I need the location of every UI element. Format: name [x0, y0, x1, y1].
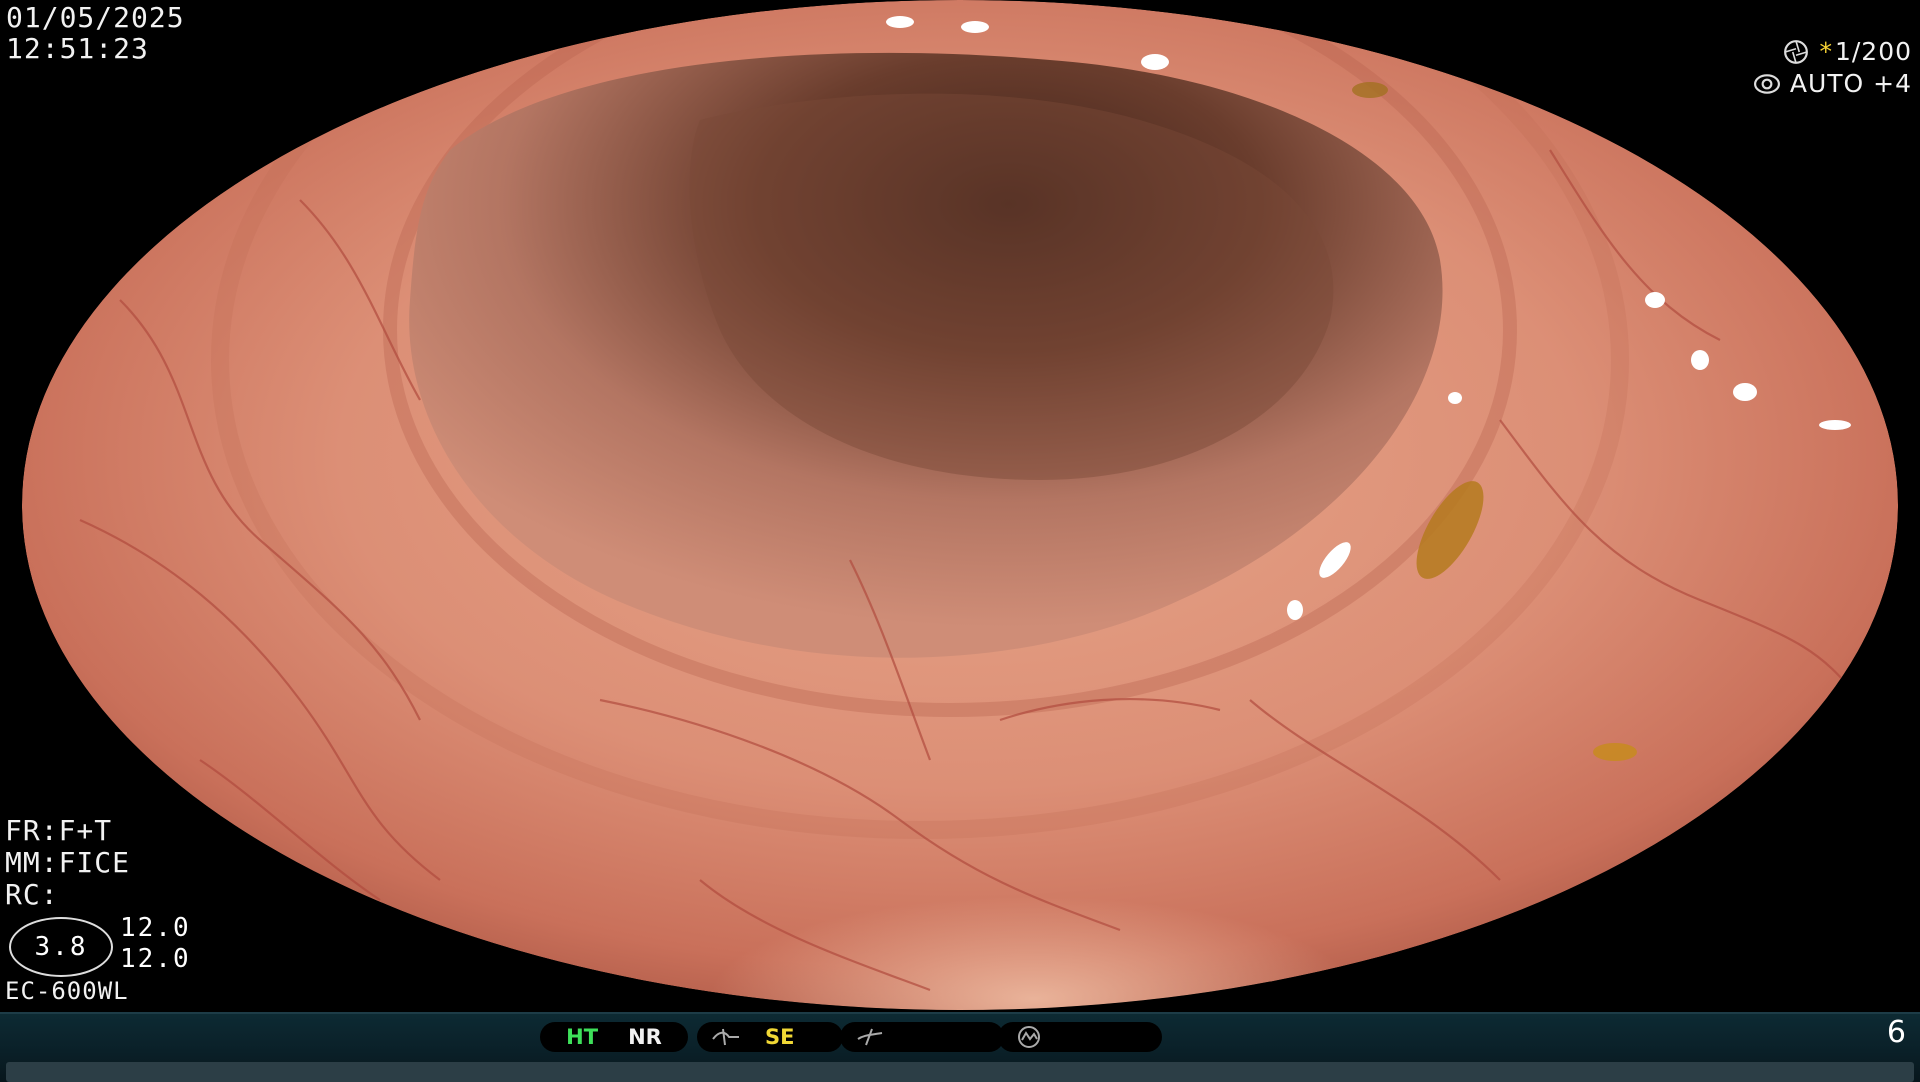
mm-label: MM:FICE	[5, 846, 131, 879]
endoscope-image	[0, 0, 1920, 1012]
status-track	[6, 1062, 1914, 1082]
ht-nr-pill: HT NR	[540, 1022, 688, 1052]
fov-value-bottom: 12.0	[120, 944, 191, 974]
anti-glare-pill	[998, 1022, 1162, 1052]
scope-model: EC-600WL	[5, 977, 129, 1005]
status-bar: HT NR SE	[0, 1012, 1920, 1082]
structure-enhance-icon	[712, 1028, 739, 1046]
fov-value-top: 12.0	[120, 913, 191, 943]
shutter-speed: *1/200	[1819, 37, 1912, 66]
se-indicator: SE	[765, 1025, 795, 1049]
color-enhance-icon	[857, 1028, 883, 1046]
processing-info: FR:F+T MM:FICE RC:	[5, 815, 130, 911]
fov-values: 12.0 12.0	[120, 913, 191, 975]
ht-indicator: HT	[566, 1025, 599, 1049]
rc-label: RC:	[5, 878, 59, 911]
iris-icon	[1753, 74, 1780, 94]
colon-lumen-image	[22, 0, 1898, 1010]
page-number: 6	[1886, 1015, 1906, 1050]
fr-label: FR:F+T	[5, 814, 113, 847]
aperture-icon	[1784, 40, 1809, 64]
se-pill: SE	[697, 1022, 843, 1052]
fov-badge: 3.8	[9, 917, 113, 977]
shutter-settings: *1/200 AUTO +4	[1753, 36, 1912, 100]
nr-indicator: NR	[628, 1025, 662, 1049]
color-enhance-pill	[840, 1022, 1004, 1052]
time-display: 12:51:23	[6, 32, 149, 65]
anti-glare-icon	[1018, 1026, 1040, 1048]
exposure-mode: AUTO +4	[1789, 69, 1912, 98]
fov-badge-value: 3.8	[34, 932, 88, 962]
date-display: 01/05/2025	[6, 1, 185, 34]
